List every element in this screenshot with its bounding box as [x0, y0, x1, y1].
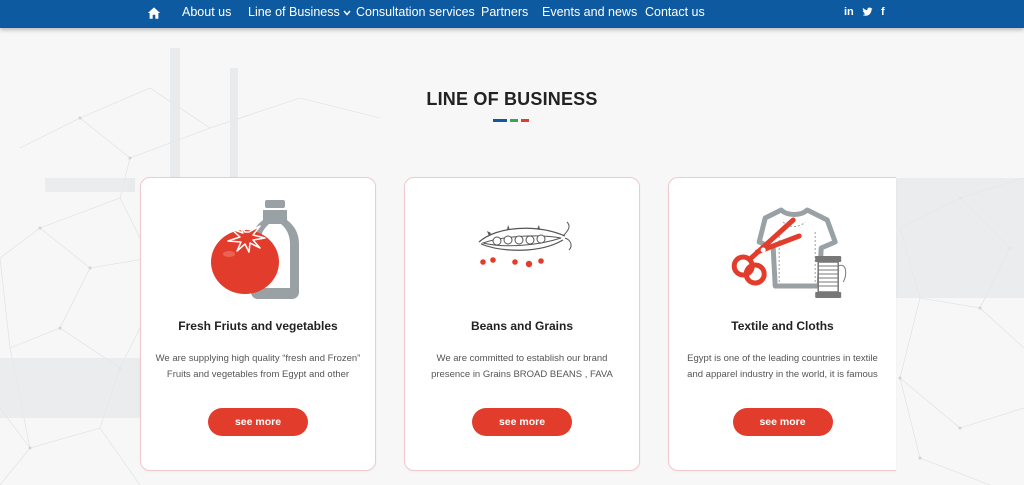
card-description-line: We are committed to establish our brand — [436, 353, 608, 364]
twitter-icon[interactable] — [862, 7, 873, 17]
underline-red-segment — [521, 119, 529, 122]
card-description-line: Fruits and vegetables from Egypt and oth… — [166, 369, 350, 380]
linkedin-icon[interactable]: in — [844, 5, 854, 19]
nav-line-of-business[interactable]: Line of Business — [248, 5, 351, 19]
home-icon[interactable] — [147, 6, 161, 20]
business-card-beans-grains: Beans and Grains We are committed to est… — [404, 177, 640, 471]
underline-blue-segment — [493, 119, 507, 122]
card-description: Egypt is one of the leading countries in… — [679, 351, 886, 383]
card-title: Beans and Grains — [470, 319, 574, 333]
nav-about-us[interactable]: About us — [182, 5, 231, 19]
see-more-button[interactable]: see more — [208, 408, 308, 436]
scissors-shirt-thread-icon — [731, 207, 846, 298]
card-title: Textile and Cloths — [731, 319, 834, 333]
tomato-bottle-icon — [211, 200, 299, 299]
underline-green-segment — [510, 119, 518, 122]
card-title: Fresh Friuts and vegetables — [178, 319, 338, 333]
card-description: We are supplying high quality “fresh and… — [151, 351, 365, 383]
nav-consultation-services[interactable]: Consultation services — [356, 5, 475, 19]
title-underline — [493, 119, 529, 122]
pea-pod-icon — [478, 221, 572, 268]
nav-partners[interactable]: Partners — [481, 5, 528, 19]
facebook-icon[interactable]: f — [881, 5, 885, 19]
see-more-button[interactable]: see more — [472, 408, 572, 436]
see-more-button[interactable]: see more — [732, 408, 833, 436]
chevron-down-icon — [343, 10, 351, 16]
card-description-line: and apparel industry in the world, it is… — [687, 369, 878, 380]
card-description-line: presence in Grains BROAD BEANS , FAVA BE… — [431, 369, 613, 380]
top-navbar: About us Line of Business Consultation s… — [0, 0, 1024, 28]
nav-line-of-business-label: Line of Business — [248, 5, 340, 19]
nav-events-and-news[interactable]: Events and news — [542, 5, 637, 19]
card-description: We are committed to establish our brand … — [415, 351, 629, 383]
card-description-line: We are supplying high quality “fresh and… — [155, 353, 361, 364]
business-card-fresh-fruits: Fresh Friuts and vegetables We are suppl… — [140, 177, 376, 471]
nav-contact-us[interactable]: Contact us — [645, 5, 705, 19]
business-card-textile-cloths: Textile and Cloths Egypt is one of the l… — [668, 177, 896, 471]
section-title: LINE OF BUSINESS — [426, 89, 598, 109]
card-description-line: Egypt is one of the leading countries in… — [687, 353, 878, 364]
